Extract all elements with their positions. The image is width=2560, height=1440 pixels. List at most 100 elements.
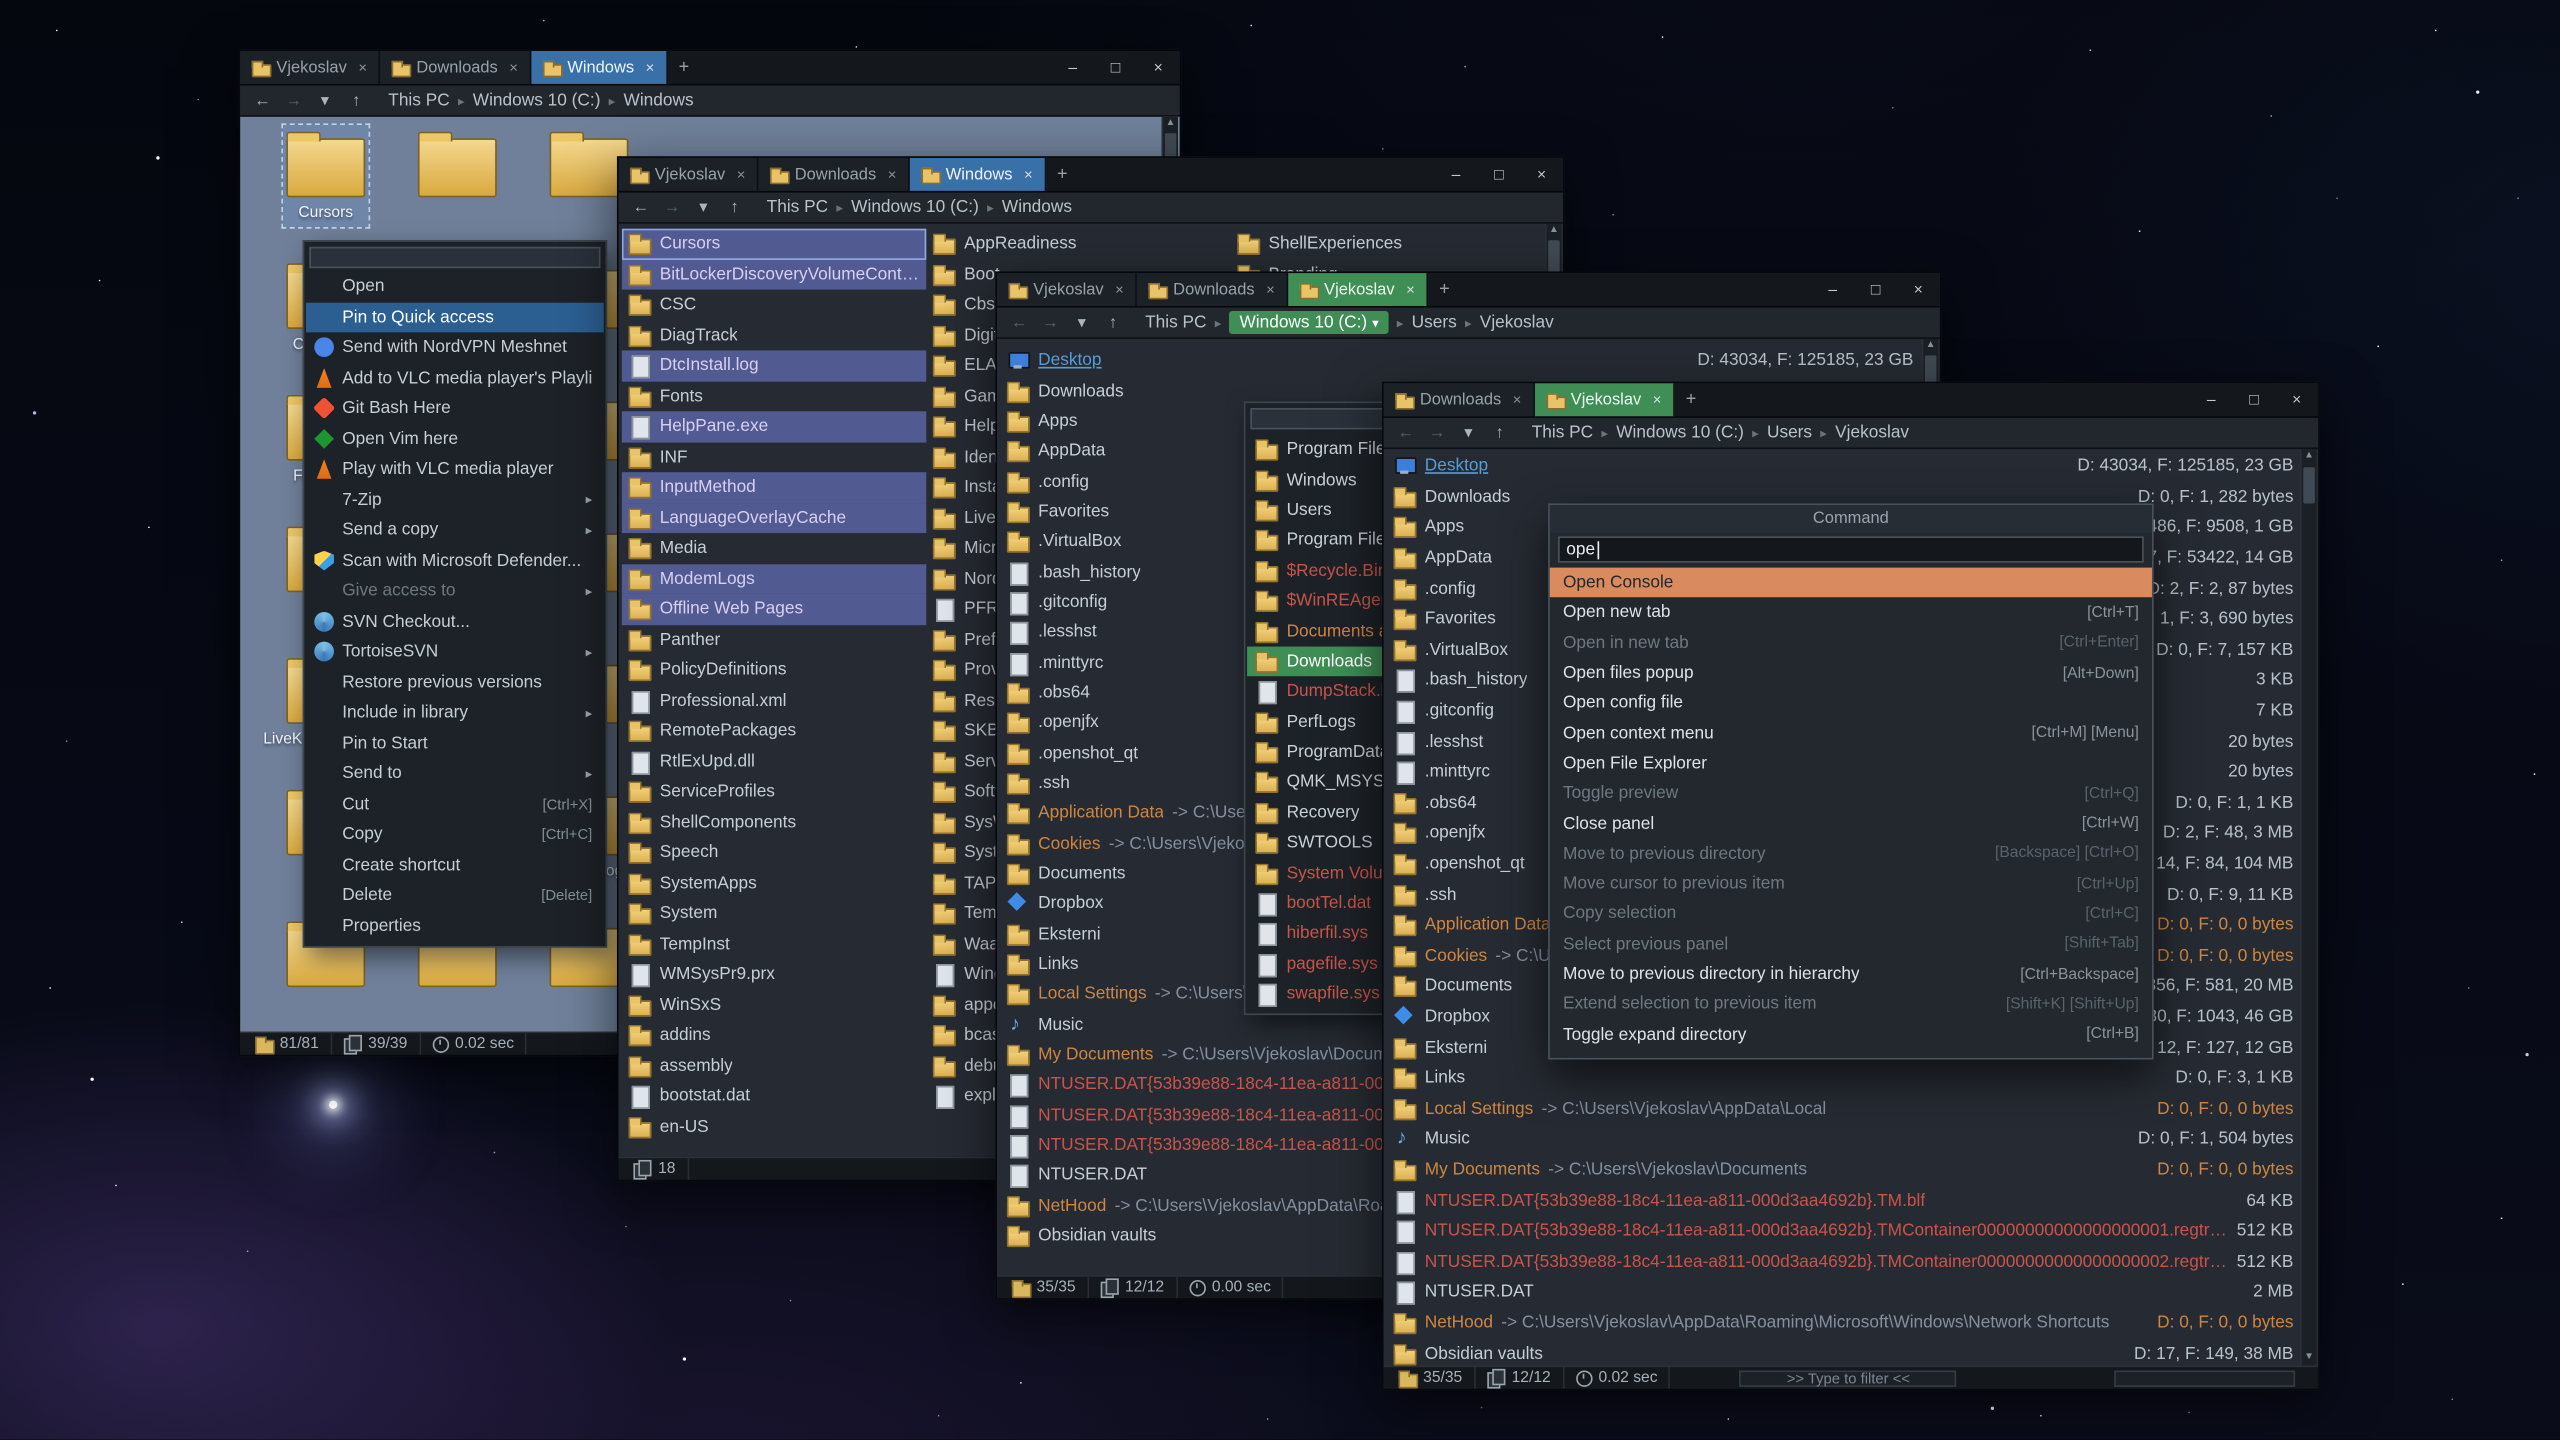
- tab[interactable]: Vjekoslav ×: [997, 273, 1137, 306]
- tab[interactable]: Vjekoslav ×: [1288, 273, 1428, 306]
- command-item[interactable]: Open Console: [1550, 568, 2152, 598]
- file-row[interactable]: Cursors: [622, 229, 926, 259]
- filter-input[interactable]: >> Type to filter <<: [1740, 1370, 1957, 1386]
- minimize-button[interactable]: –: [1811, 273, 1854, 306]
- history-dropdown-button[interactable]: ▾: [1069, 313, 1094, 331]
- context-menu-item[interactable]: Send to ▸: [306, 758, 604, 788]
- context-menu-item[interactable]: Create shortcut ▸: [306, 850, 604, 880]
- breadcrumb-segment[interactable]: Vjekoslav ▾: [1480, 313, 1554, 333]
- tab-close-icon[interactable]: ×: [1653, 392, 1662, 408]
- file-row[interactable]: Speech: [622, 837, 926, 867]
- new-tab-button[interactable]: +: [1675, 383, 1708, 416]
- new-tab-button[interactable]: +: [667, 51, 700, 84]
- file-row[interactable]: addins: [622, 1020, 926, 1050]
- file-row[interactable]: BitLockerDiscoveryVolumeContents: [622, 259, 926, 289]
- minimize-button[interactable]: –: [1051, 51, 1094, 84]
- file-row[interactable]: Desktop D: 43034, F: 125185, 23 GB: [1000, 346, 1936, 376]
- command-item[interactable]: Toggle preview [Ctrl+Q]: [1550, 778, 2152, 808]
- up-button[interactable]: ↑: [1487, 424, 1512, 442]
- command-item[interactable]: Open in new tab [Ctrl+Enter]: [1550, 628, 2152, 658]
- file-row[interactable]: My Documents -> C:\Users\Vjekoslav\Docum…: [1387, 1154, 2315, 1185]
- file-row[interactable]: InputMethod: [622, 472, 926, 502]
- history-dropdown-button[interactable]: ▾: [691, 198, 716, 216]
- file-row[interactable]: ServiceProfiles: [622, 777, 926, 807]
- file-row[interactable]: TempInst: [622, 929, 926, 959]
- file-row[interactable]: SystemApps: [622, 868, 926, 898]
- context-menu-item[interactable]: Open Vim here ▸: [306, 424, 604, 454]
- file-row[interactable]: RtlExUpd.dll: [622, 746, 926, 776]
- tab-bar[interactable]: Vjekoslav × Downloads × Windows × + –: [619, 158, 1563, 193]
- history-dropdown-button[interactable]: ▾: [1456, 424, 1481, 442]
- context-menu-item[interactable]: TortoiseSVN ▸: [306, 637, 604, 667]
- scroll-down-icon[interactable]: ▼: [2302, 1351, 2317, 1366]
- tab-close-icon[interactable]: ×: [509, 59, 518, 75]
- back-button[interactable]: ←: [1007, 313, 1032, 331]
- scroll-up-icon[interactable]: ▲: [1547, 224, 1562, 239]
- command-item[interactable]: Open new tab [Ctrl+T]: [1550, 598, 2152, 628]
- file-row[interactable]: ShellExperiences: [1231, 229, 1537, 259]
- command-item[interactable]: Toggle expand directory [Ctrl+B]: [1550, 1019, 2152, 1049]
- tab[interactable]: Vjekoslav ×: [240, 51, 380, 84]
- scrollbar-thumb[interactable]: [2303, 467, 2315, 503]
- file-row[interactable]: ShellComponents: [622, 807, 926, 837]
- file-row[interactable]: bootstat.dat: [622, 1081, 926, 1111]
- file-row[interactable]: DtcInstall.log: [622, 350, 926, 380]
- command-item[interactable]: Select previous panel [Shift+Tab]: [1550, 929, 2152, 959]
- command-item[interactable]: Open config file: [1550, 688, 2152, 718]
- file-row[interactable]: HelpPane.exe: [622, 411, 926, 441]
- scroll-up-icon[interactable]: ▲: [2302, 449, 2317, 464]
- file-row[interactable]: Obsidian vaults D: 17, F: 149, 38 MB: [1387, 1338, 2315, 1366]
- breadcrumb-segment[interactable]: Windows 10 (C:) ▾: [1230, 311, 1389, 334]
- file-row[interactable]: PolicyDefinitions: [622, 655, 926, 685]
- file-row[interactable]: NTUSER.DAT{53b39e88-18c4-11ea-a811-000d3…: [1387, 1185, 2315, 1216]
- tab-close-icon[interactable]: ×: [888, 166, 897, 182]
- context-menu-item[interactable]: Scan with Microsoft Defender... ▸: [306, 545, 604, 575]
- tab[interactable]: Windows ×: [910, 158, 1046, 191]
- tab-close-icon[interactable]: ×: [1513, 392, 1522, 408]
- tab[interactable]: Downloads ×: [759, 158, 910, 191]
- command-item[interactable]: Close panel [Ctrl+W]: [1550, 808, 2152, 838]
- back-button[interactable]: ←: [250, 91, 275, 109]
- breadcrumb-segment[interactable]: This PC: [1532, 423, 1593, 443]
- breadcrumb-segment[interactable]: Windows 10 (C:) ▾: [473, 90, 601, 110]
- tab-close-icon[interactable]: ×: [646, 59, 655, 75]
- file-row[interactable]: Professional.xml: [622, 685, 926, 715]
- file-row[interactable]: LanguageOverlayCache: [622, 503, 926, 533]
- tab-close-icon[interactable]: ×: [737, 166, 746, 182]
- context-menu-item[interactable]: SVN Checkout... ▸: [306, 606, 604, 636]
- file-row[interactable]: WMSysPr9.prx: [622, 959, 926, 989]
- file-row[interactable]: AppReadiness: [926, 229, 1230, 259]
- forward-button[interactable]: →: [1038, 313, 1063, 331]
- tab[interactable]: Downloads ×: [1137, 273, 1288, 306]
- context-menu-item[interactable]: 7-Zip ▸: [306, 485, 604, 515]
- command-item[interactable]: Move to previous directory in hierarchy …: [1550, 959, 2152, 989]
- scroll-up-icon[interactable]: ▲: [1163, 117, 1178, 132]
- up-button[interactable]: ↑: [722, 198, 747, 216]
- file-row[interactable]: Panther: [622, 624, 926, 654]
- command-item[interactable]: Extend selection to previous item [Shift…: [1550, 989, 2152, 1019]
- scrollbar[interactable]: ▲ ▼: [2300, 449, 2316, 1365]
- tab-bar[interactable]: Downloads × Vjekoslav × + – □ ×: [1384, 383, 2318, 418]
- tab-bar[interactable]: Vjekoslav × Downloads × Windows × + –: [240, 51, 1179, 86]
- file-row[interactable]: INF: [622, 442, 926, 472]
- menu-filter-input[interactable]: [309, 247, 600, 268]
- context-menu-item[interactable]: Restore previous versions ▸: [306, 667, 604, 697]
- command-item[interactable]: Open File Explorer: [1550, 748, 2152, 778]
- close-button[interactable]: ×: [2275, 383, 2318, 416]
- back-button[interactable]: ←: [1394, 424, 1419, 442]
- close-button[interactable]: ×: [1137, 51, 1180, 84]
- context-menu-item[interactable]: Send a copy ▸: [306, 515, 604, 545]
- command-input[interactable]: ope: [1558, 536, 2144, 562]
- up-button[interactable]: ↑: [1101, 313, 1126, 331]
- up-button[interactable]: ↑: [344, 91, 369, 109]
- breadcrumb-segment[interactable]: Windows: [1002, 197, 1072, 217]
- tab-close-icon[interactable]: ×: [1266, 281, 1275, 297]
- maximize-button[interactable]: □: [1854, 273, 1897, 306]
- file-row[interactable]: RemotePackages: [622, 716, 926, 746]
- context-menu-item[interactable]: Include in library ▸: [306, 698, 604, 728]
- context-menu-item[interactable]: Send with NordVPN Meshnet ▸: [306, 332, 604, 362]
- file-row[interactable]: Fonts: [622, 381, 926, 411]
- new-tab-button[interactable]: +: [1046, 158, 1079, 191]
- breadcrumb-segment[interactable]: This PC ▾: [1145, 313, 1206, 333]
- scroll-up-icon[interactable]: ▲: [1923, 339, 1938, 354]
